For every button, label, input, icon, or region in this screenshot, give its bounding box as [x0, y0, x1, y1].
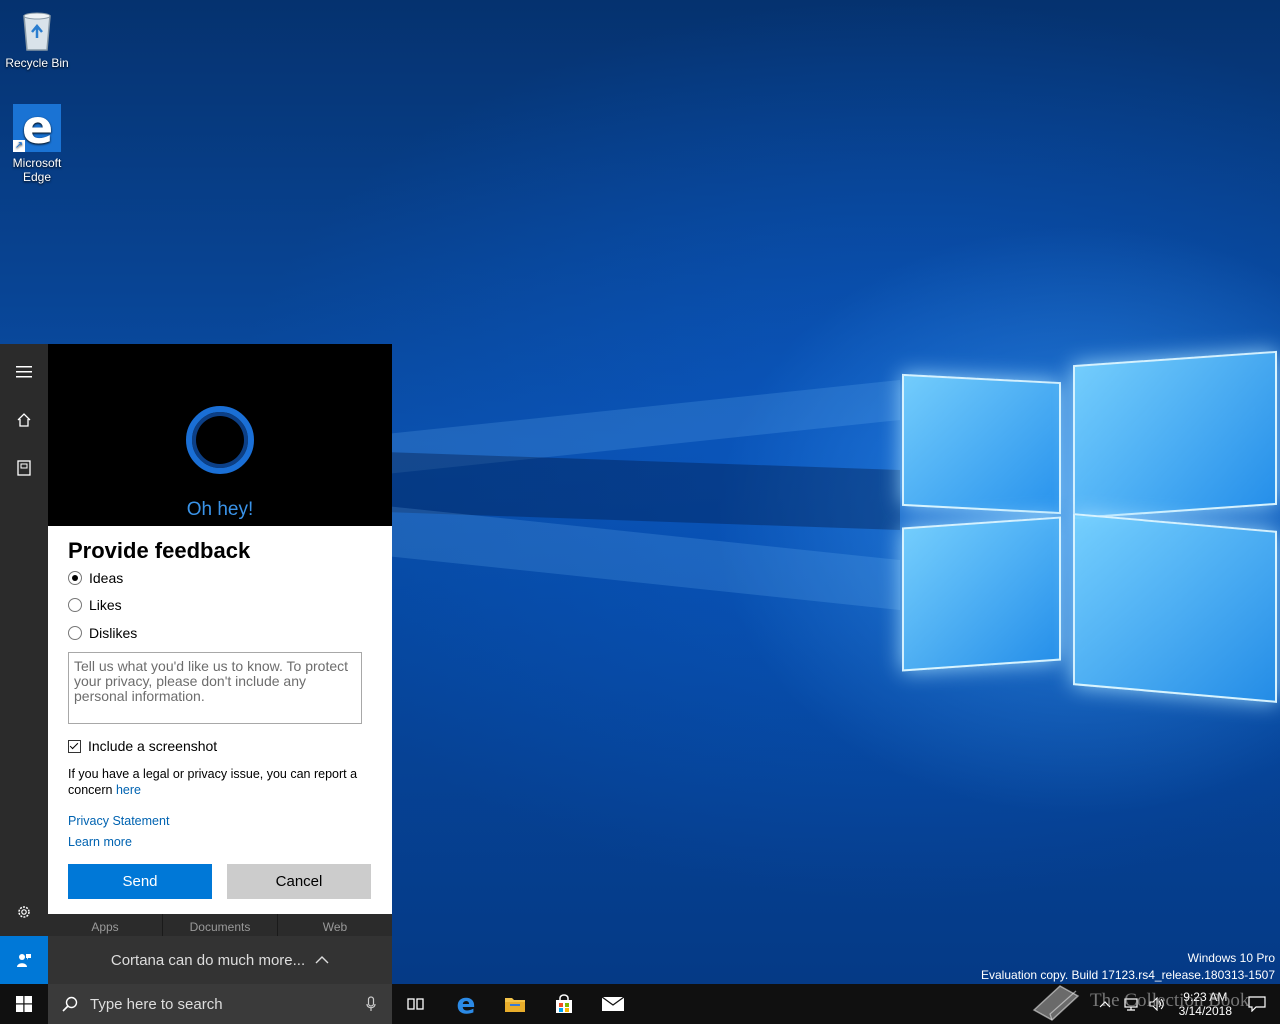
edge-taskbar-icon: e: [456, 987, 476, 1020]
include-screenshot-checkbox[interactable]: Include a screenshot: [68, 738, 217, 754]
hamburger-icon: [16, 366, 32, 378]
legal-text: If you have a legal or privacy issue, yo…: [68, 767, 358, 797]
home-icon: [17, 413, 31, 427]
gear-icon: [18, 906, 30, 918]
search-placeholder: Type here to search: [90, 995, 223, 1013]
microphone-icon[interactable]: [366, 996, 376, 1012]
home-button[interactable]: [0, 396, 48, 444]
taskbar-file-explorer-button[interactable]: [491, 984, 539, 1024]
radio-ideas-circle[interactable]: [68, 571, 82, 585]
recycle-bin-label: Recycle Bin: [5, 56, 69, 70]
feedback-form: Provide feedback Ideas Likes Dislikes In…: [48, 526, 392, 914]
cortana-ring-icon: [186, 406, 254, 474]
hamburger-menu-button[interactable]: [0, 348, 48, 396]
overlay-brand-text: The Collection Book: [1090, 990, 1250, 1011]
checkbox-checked-icon[interactable]: [68, 739, 81, 753]
feedback-rail-button[interactable]: [0, 936, 48, 984]
learn-more-link[interactable]: Learn more: [68, 835, 132, 849]
notebook-icon: [17, 460, 31, 476]
taskbar-store-button[interactable]: [540, 984, 588, 1024]
feedback-title: Provide feedback: [68, 538, 251, 563]
filter-tab-apps[interactable]: Apps: [48, 914, 163, 936]
cancel-button[interactable]: Cancel: [227, 864, 371, 899]
taskbar-edge-button[interactable]: e: [442, 984, 490, 1024]
radio-ideas[interactable]: Ideas: [68, 568, 123, 588]
radio-likes-label: Likes: [89, 597, 122, 613]
cortana-greeting: Oh hey!: [186, 499, 254, 520]
windows-logo-icon: [16, 996, 32, 1012]
notebook-button[interactable]: [0, 444, 48, 492]
microsoft-edge-desktop-icon[interactable]: e ↗ Microsoft Edge: [0, 100, 74, 184]
search-filter-tabs: Apps Documents Web: [48, 914, 392, 936]
feedback-textarea[interactable]: [68, 652, 362, 724]
cortana-header: Oh hey!: [48, 344, 392, 526]
radio-likes[interactable]: Likes: [68, 595, 122, 615]
filter-tab-documents[interactable]: Documents: [163, 914, 278, 936]
settings-button[interactable]: [0, 888, 48, 936]
feedback-person-icon: [17, 954, 31, 967]
send-button[interactable]: Send: [68, 864, 212, 899]
radio-dislikes-circle[interactable]: [68, 626, 82, 640]
radio-dislikes[interactable]: Dislikes: [68, 623, 137, 643]
edge-icon: e ↗: [13, 100, 61, 154]
folder-icon: [505, 998, 525, 1012]
cortana-rail: [0, 344, 48, 984]
radio-ideas-label: Ideas: [89, 570, 124, 586]
taskbar-mail-button[interactable]: [589, 984, 637, 1024]
legal-notice: If you have a legal or privacy issue, yo…: [68, 766, 378, 798]
filter-tab-web[interactable]: Web: [278, 914, 392, 936]
search-icon: [62, 996, 78, 1012]
collection-book-overlay: The Collection Book: [1030, 978, 1249, 1024]
cortana-more-bar[interactable]: Cortana can do much more...: [48, 936, 392, 984]
action-center-icon[interactable]: [1248, 996, 1266, 1012]
microsoft-edge-label: Microsoft Edge: [12, 156, 62, 184]
recycle-bin-image: [18, 8, 56, 52]
taskbar-search-box[interactable]: Type here to search: [48, 984, 392, 1024]
start-button[interactable]: [0, 984, 48, 1024]
recycle-bin-icon[interactable]: Recycle Bin: [0, 8, 74, 70]
cortana-more-label: Cortana can do much more...: [110, 951, 306, 969]
task-view-button[interactable]: [392, 984, 440, 1024]
report-here-link[interactable]: here: [116, 783, 141, 797]
task-view-icon: [407, 998, 424, 1010]
watermark-edition: Windows 10 Pro: [1187, 951, 1275, 965]
include-screenshot-label: Include a screenshot: [88, 738, 218, 754]
book-logo-icon: [1032, 985, 1080, 1021]
radio-likes-circle[interactable]: [68, 598, 82, 612]
shortcut-arrow-icon: ↗: [13, 140, 25, 152]
mail-icon: [601, 996, 625, 1011]
privacy-statement-link[interactable]: Privacy Statement: [68, 814, 169, 828]
store-bag-icon: [556, 994, 572, 1013]
cortana-panel: Oh hey! Provide feedback Ideas Likes Dis…: [0, 344, 392, 984]
radio-dislikes-label: Dislikes: [89, 625, 138, 641]
chevron-up-icon: [315, 956, 329, 964]
